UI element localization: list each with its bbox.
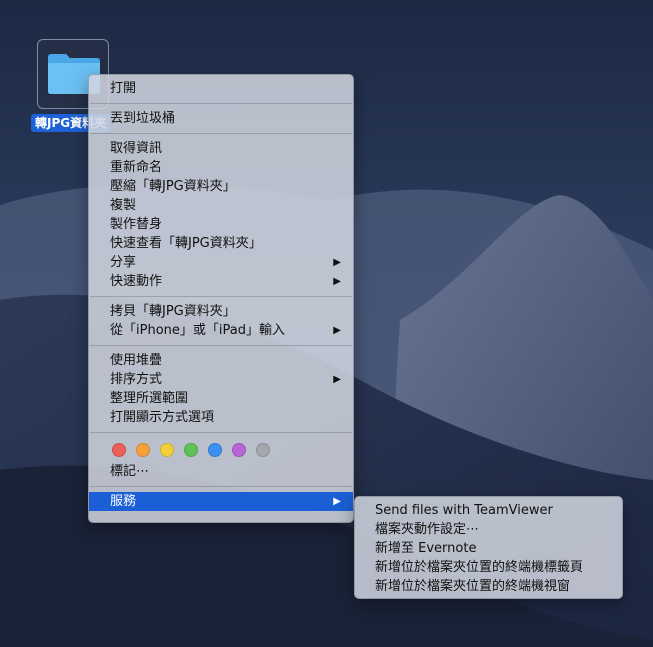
submenu-arrow-icon: ▶ [333, 325, 341, 336]
menu-item-label: 打開顯示方式選項 [110, 410, 215, 425]
menu-item-services[interactable]: 服務 ▶ [89, 492, 353, 511]
submenu-arrow-icon: ▶ [333, 496, 341, 507]
menu-item-label: 壓縮「轉JPG資料夾」 [110, 179, 236, 194]
services-submenu: Send files with TeamViewer 檔案夾動作設定⋯ 新增至 … [354, 496, 623, 599]
tag-yellow-dot[interactable] [160, 443, 174, 457]
menu-separator [90, 345, 352, 346]
menu-item-label: 整理所選範圍 [110, 391, 189, 406]
menu-item-duplicate[interactable]: 複製 [89, 196, 353, 215]
tag-green-dot[interactable] [184, 443, 198, 457]
menu-item-label: 拷貝「轉JPG資料夾」 [110, 304, 236, 319]
menu-item-use-stacks[interactable]: 使用堆疊 [89, 351, 353, 370]
service-item-teamviewer[interactable]: Send files with TeamViewer [355, 501, 622, 520]
menu-item-get-info[interactable]: 取得資訊 [89, 139, 353, 158]
menu-item-compress[interactable]: 壓縮「轉JPG資料夾」 [89, 177, 353, 196]
context-menu: 打開 丟到垃圾桶 取得資訊 重新命名 壓縮「轉JPG資料夾」 複製 製作替身 快… [88, 74, 354, 523]
service-item-folder-actions[interactable]: 檔案夾動作設定⋯ [355, 520, 622, 539]
service-item-new-terminal-window[interactable]: 新增位於檔案夾位置的終端機視窗 [355, 577, 622, 596]
menu-item-clean-up-selection[interactable]: 整理所選範圍 [89, 389, 353, 408]
menu-item-sort-by[interactable]: 排序方式 ▶ [89, 370, 353, 389]
menu-item-label: 標記⋯ [110, 464, 150, 479]
menu-item-label: 丟到垃圾桶 [110, 111, 176, 126]
menu-item-label: 快速動作 [110, 274, 163, 289]
menu-separator [90, 296, 352, 297]
menu-separator [90, 432, 352, 433]
menu-item-label: 服務 [110, 494, 137, 509]
menu-separator [90, 133, 352, 134]
menu-item-tags[interactable]: 標記⋯ [89, 462, 353, 481]
menu-item-label: 製作替身 [110, 217, 163, 232]
menu-item-label: 複製 [110, 198, 137, 213]
submenu-arrow-icon: ▶ [333, 374, 341, 385]
menu-item-label: 快速查看「轉JPG資料夾」 [110, 236, 262, 251]
menu-item-open[interactable]: 打開 [89, 79, 353, 98]
menu-item-make-alias[interactable]: 製作替身 [89, 215, 353, 234]
menu-item-label: 分享 [110, 255, 137, 270]
tag-blue-dot[interactable] [208, 443, 222, 457]
menu-item-import-from-iphone[interactable]: 從「iPhone」或「iPad」輸入 ▶ [89, 321, 353, 340]
menu-item-share[interactable]: 分享 ▶ [89, 253, 353, 272]
menu-item-quick-actions[interactable]: 快速動作 ▶ [89, 272, 353, 291]
tag-purple-dot[interactable] [232, 443, 246, 457]
service-item-add-to-evernote[interactable]: 新增至 Evernote [355, 539, 622, 558]
menu-separator [90, 103, 352, 104]
tag-gray-dot[interactable] [256, 443, 270, 457]
menu-item-label: 從「iPhone」或「iPad」輸入 [110, 323, 285, 338]
menu-item-copy[interactable]: 拷貝「轉JPG資料夾」 [89, 302, 353, 321]
service-item-new-terminal-tab[interactable]: 新增位於檔案夾位置的終端機標籤頁 [355, 558, 622, 577]
tag-red-dot[interactable] [112, 443, 126, 457]
tag-color-row [89, 438, 353, 462]
submenu-arrow-icon: ▶ [333, 257, 341, 268]
tag-orange-dot[interactable] [136, 443, 150, 457]
submenu-arrow-icon: ▶ [333, 276, 341, 287]
menu-item-label: 使用堆疊 [110, 353, 163, 368]
menu-item-label: 重新命名 [110, 160, 163, 175]
menu-item-label: 取得資訊 [110, 141, 163, 156]
menu-item-label: 打開 [110, 81, 137, 96]
menu-item-quick-look[interactable]: 快速查看「轉JPG資料夾」 [89, 234, 353, 253]
menu-item-show-view-options[interactable]: 打開顯示方式選項 [89, 408, 353, 427]
menu-item-rename[interactable]: 重新命名 [89, 158, 353, 177]
menu-item-move-to-trash[interactable]: 丟到垃圾桶 [89, 109, 353, 128]
menu-item-label: 排序方式 [110, 372, 163, 387]
menu-separator [90, 486, 352, 487]
